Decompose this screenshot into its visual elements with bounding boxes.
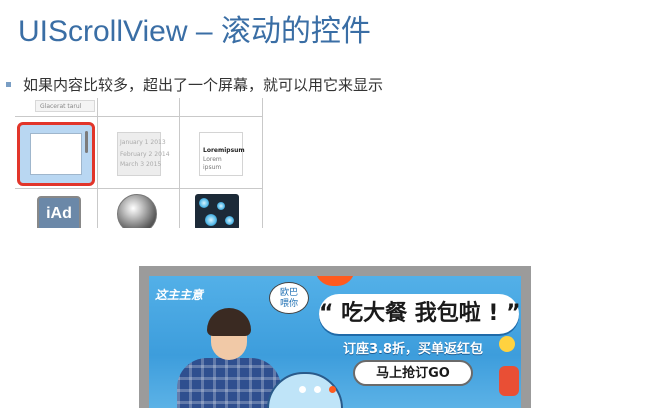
- decor-icon: [491, 336, 521, 406]
- bubble-line: 欧巴: [279, 288, 298, 298]
- label-title: Loremipsum: [203, 147, 245, 154]
- bullet-item: 如果内容比较多，超出了一个屏幕，就可以用它来显示: [6, 74, 383, 94]
- picker-year: 2013: [150, 139, 166, 146]
- picker-day: 2: [148, 151, 153, 158]
- page-indicator[interactable]: [299, 386, 336, 393]
- brand-logo: 这主主意: [155, 288, 204, 302]
- promo-banner[interactable]: 这主主意 欧巴 喂你 “ 吃大餐 我包啦 ! ” 订座3.8折，买单返红包 马上…: [139, 266, 531, 408]
- scroll-indicator-icon: [85, 131, 88, 153]
- picker-year: 2014: [154, 151, 170, 158]
- page-dot-active[interactable]: [329, 386, 336, 393]
- picker-month: January: [120, 139, 143, 146]
- banner-subline: 订座3.8折，买单返红包: [343, 342, 484, 357]
- book-now-button[interactable]: 马上抢订GO: [353, 360, 473, 386]
- page-dot[interactable]: [314, 386, 321, 393]
- sphere-library-item[interactable]: [117, 194, 157, 228]
- bullet-marker: [6, 81, 11, 87]
- picker-year: 2015: [145, 161, 162, 168]
- date-picker-library-item[interactable]: January 1 2013 February 2 2014 March 3 2…: [117, 132, 170, 176]
- scroll-view-library-item[interactable]: [17, 122, 95, 186]
- picker-day: 1: [144, 139, 149, 146]
- picker-month: February: [120, 151, 147, 158]
- banner-headline: “ 吃大餐 我包啦 ! ”: [319, 294, 521, 334]
- partial-library-item[interactable]: Glacerat tarul: [35, 100, 95, 112]
- pull-tab-icon: [315, 276, 355, 286]
- page-dot[interactable]: [299, 386, 306, 393]
- picker-day: 3: [140, 161, 145, 168]
- label-sub: Lorem: [203, 156, 222, 163]
- label-sub: ipsum: [203, 164, 222, 171]
- bubble-line: 喂你: [279, 299, 298, 309]
- slide-title: UIScrollView – 滚动的控件: [18, 15, 371, 48]
- iad-banner-library-item[interactable]: iAd: [37, 196, 81, 228]
- model-illustration: [177, 308, 281, 408]
- promo-banner-content: 这主主意 欧巴 喂你 “ 吃大餐 我包啦 ! ” 订座3.8折，买单返红包 马上…: [149, 276, 521, 408]
- particles-library-item[interactable]: [195, 194, 239, 228]
- label-library-item[interactable]: Loremipsum Lorem ipsum: [199, 132, 245, 176]
- picker-month: March: [120, 161, 139, 168]
- scroll-view-icon: [30, 133, 82, 175]
- object-library-grid: Glacerat tarul January 1 2013 February 2…: [15, 98, 263, 228]
- bullet-text: 如果内容比较多，超出了一个屏幕，就可以用它来显示: [23, 75, 384, 94]
